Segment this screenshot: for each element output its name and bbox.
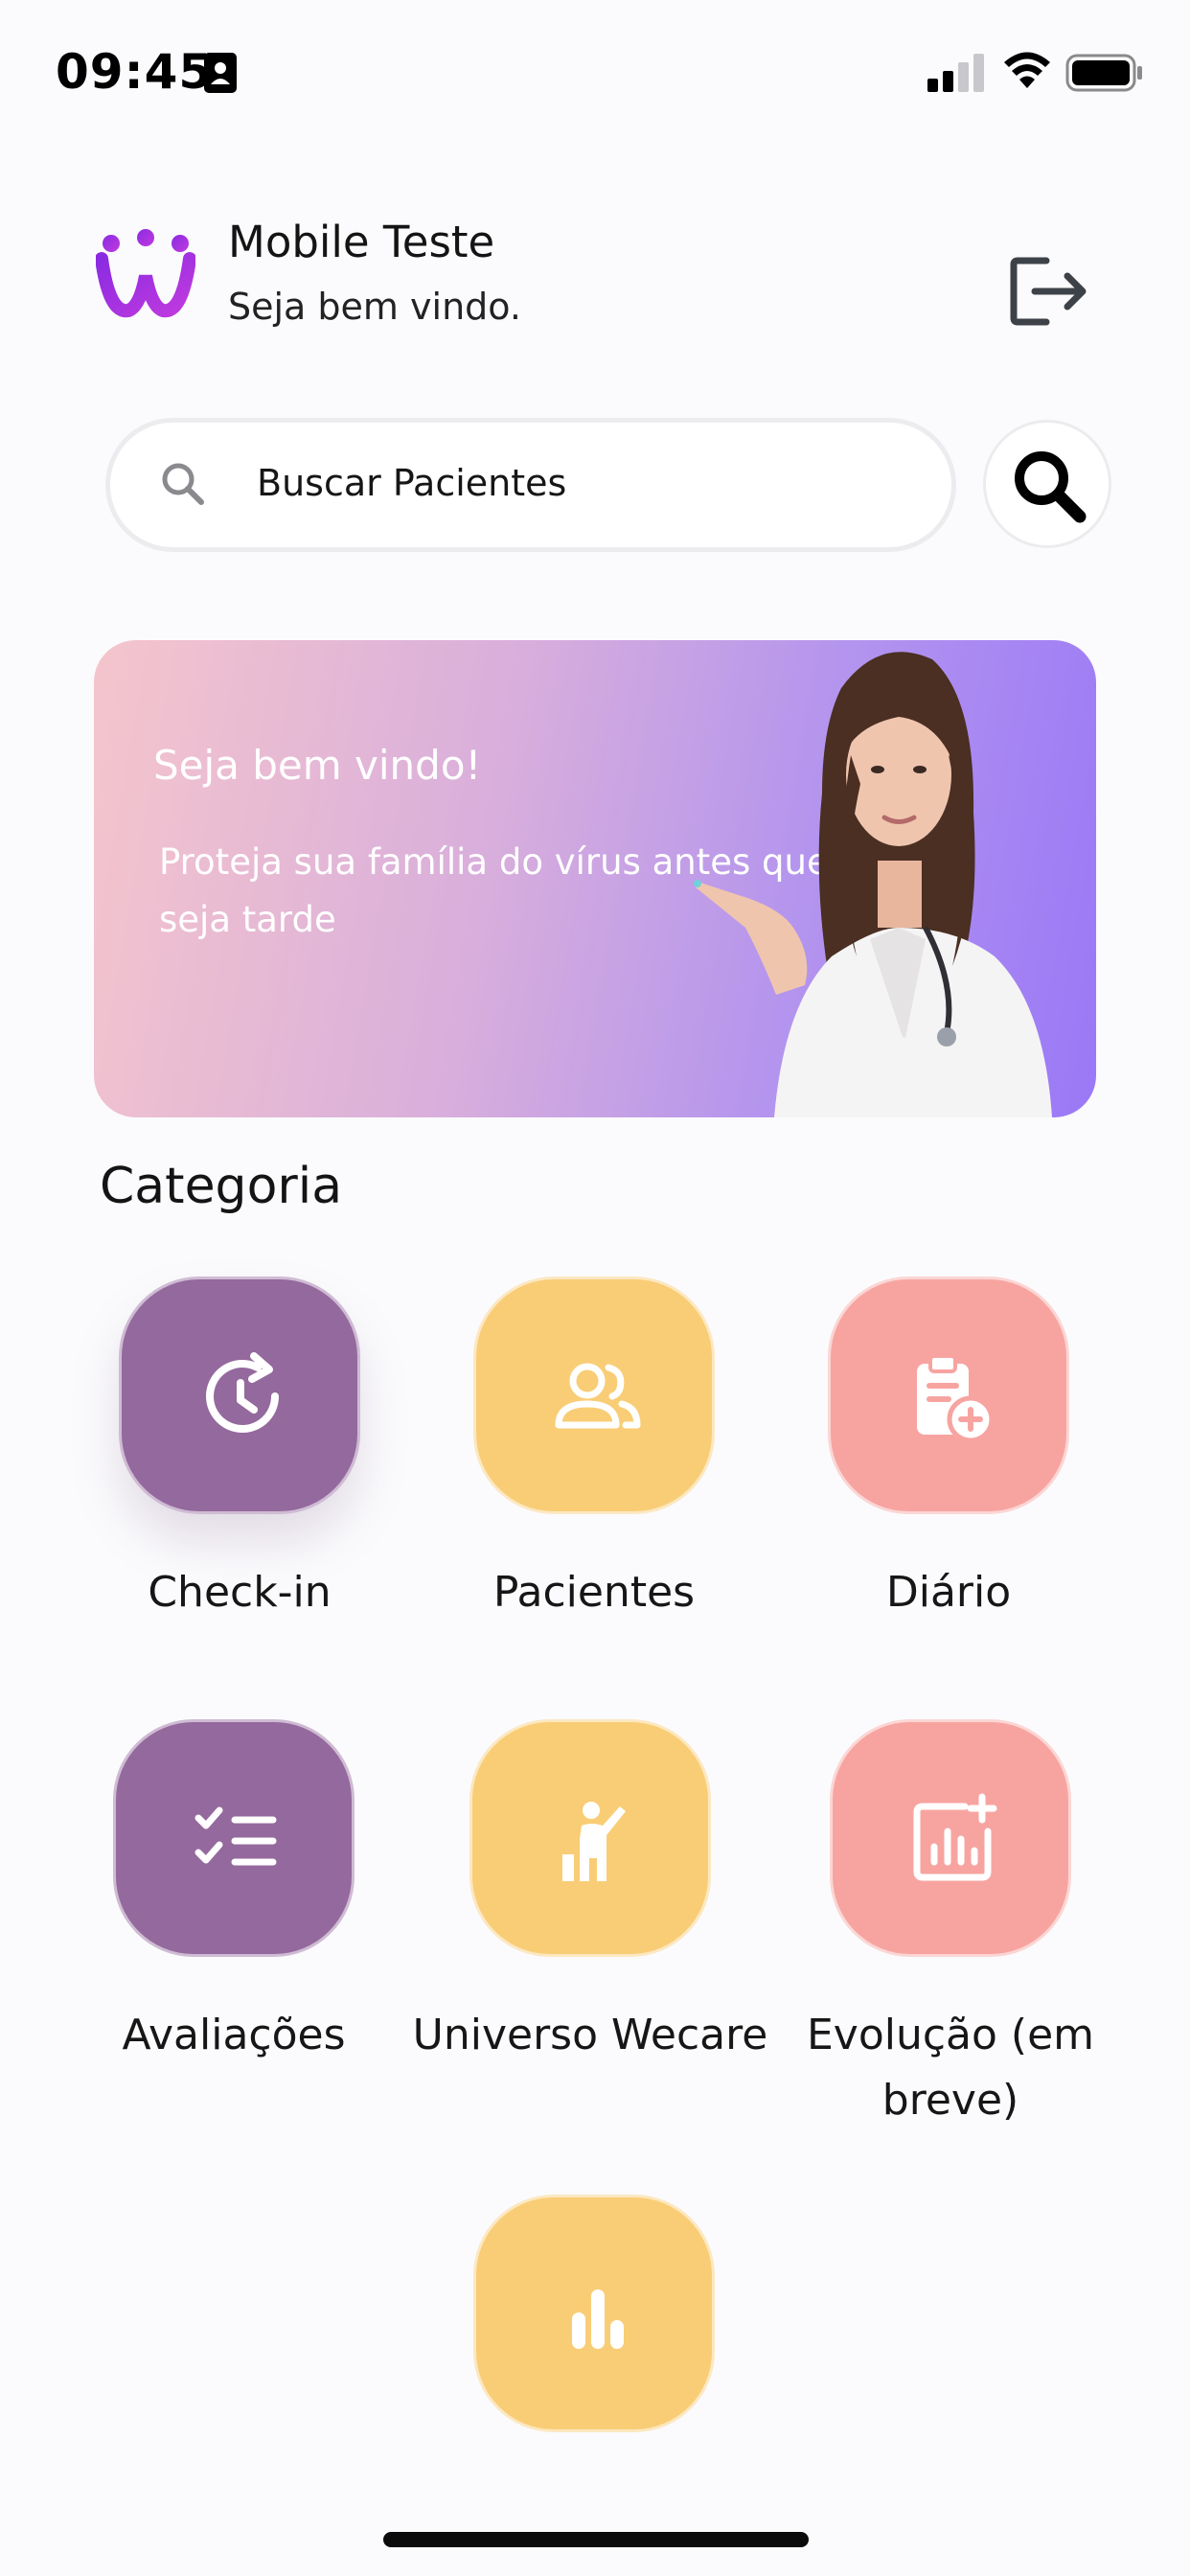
banner-title: Seja bem vindo! [153, 742, 482, 789]
contact-card-icon [204, 53, 237, 93]
search-button[interactable] [983, 420, 1111, 548]
welcome-banner[interactable]: Seja bem vindo! Proteja sua família do v… [94, 640, 1096, 1117]
checkin-label: Check-in [148, 1568, 332, 1617]
home-indicator[interactable] [383, 2532, 809, 2547]
category-title: Categoria [100, 1158, 343, 1215]
person-achievement-icon [562, 1802, 626, 1881]
clipboard-plus-icon [917, 1354, 995, 1443]
status-time: 09:45 [56, 44, 214, 100]
pacientes-button[interactable] [473, 1276, 715, 1514]
diario-label: Diário [885, 1568, 1012, 1617]
evolucao-label: Evolução (em breve) [806, 2011, 1095, 2125]
user-name: Mobile Teste [228, 217, 495, 267]
welcome-text: Seja bem vindo. [228, 286, 521, 328]
wecare-logo-icon [96, 229, 195, 318]
search-icon [1015, 451, 1087, 523]
reports-button[interactable] [473, 2195, 715, 2432]
cellular-signal-icon [927, 54, 984, 92]
search-icon [162, 463, 204, 505]
checklist-icon [195, 1806, 277, 1866]
status-bar: 09:45 [0, 0, 1190, 144]
search-placeholder: Buscar Pacientes [257, 462, 567, 504]
checkin-button[interactable] [119, 1276, 360, 1514]
chart-plus-icon [913, 1793, 997, 1881]
avaliacoes-button[interactable] [113, 1719, 355, 1957]
bar-chart-icon [572, 2289, 624, 2349]
diario-button[interactable] [828, 1276, 1069, 1514]
wifi-icon [1004, 52, 1050, 88]
battery-icon [1065, 54, 1142, 92]
avaliacoes-label: Avaliações [122, 2011, 346, 2059]
search-input[interactable]: Buscar Pacientes [105, 418, 956, 552]
universo-wecare-label: Universo Wecare [412, 2011, 768, 2059]
clock-refresh-icon [206, 1352, 279, 1433]
users-icon [555, 1363, 641, 1429]
pacientes-label: Pacientes [492, 1568, 696, 1617]
universo-wecare-button[interactable] [469, 1719, 711, 1957]
doctor-image [694, 652, 1052, 1117]
logout-icon[interactable] [1008, 255, 1088, 328]
evolucao-button[interactable] [830, 1719, 1071, 1957]
